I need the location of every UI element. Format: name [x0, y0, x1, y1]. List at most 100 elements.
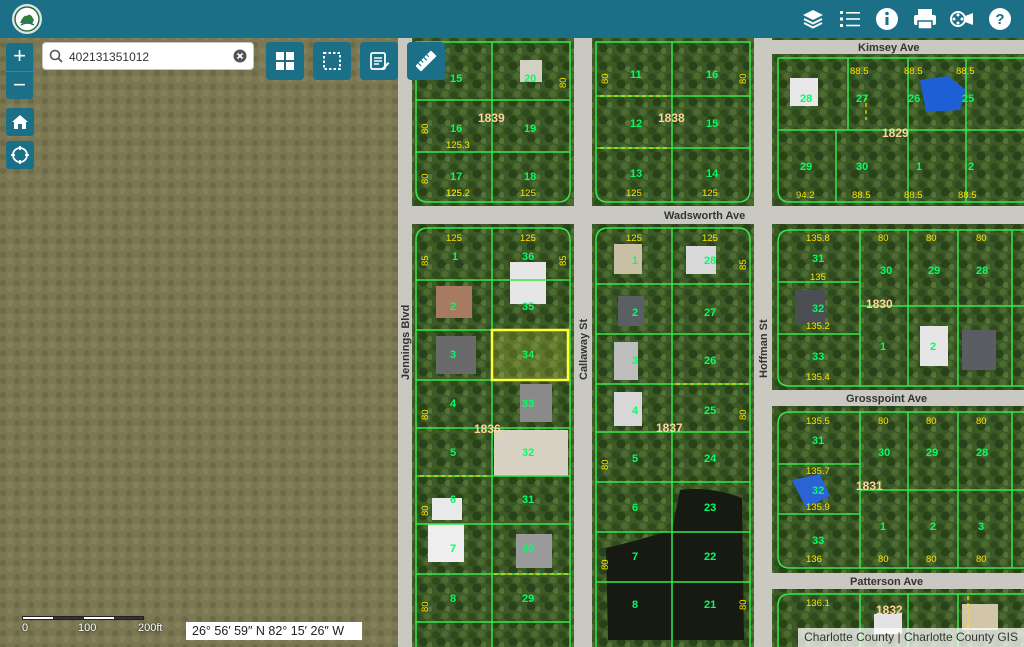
lot-label: 6 [450, 494, 456, 506]
film-icon[interactable] [946, 3, 978, 35]
dim-label: 80 [558, 77, 569, 88]
lot-label: 23 [704, 502, 716, 514]
lot-label: 22 [704, 551, 716, 563]
lot-label: 34 [522, 349, 535, 361]
search-input[interactable] [69, 47, 229, 67]
lot-label: 33 [812, 535, 824, 547]
layers-icon[interactable] [797, 3, 829, 35]
dim-label: 125 [446, 233, 462, 244]
lot-label: 8 [632, 599, 638, 611]
dim-label: 80 [420, 505, 431, 516]
lot-label: 4 [450, 398, 457, 410]
scale-label: 0 [22, 622, 29, 634]
dim-label: 80 [926, 233, 937, 244]
block-label: 1836 [474, 422, 501, 436]
lot-label: 24 [704, 453, 717, 465]
edit-form-button[interactable] [360, 42, 398, 80]
dim-label: 80 [926, 416, 937, 427]
lot-label: 32 [522, 447, 534, 459]
home-button[interactable] [6, 108, 34, 136]
lot-label: 16 [450, 123, 462, 135]
dim-label: 80 [976, 416, 987, 427]
home-icon [12, 115, 28, 129]
lot-label: 1 [880, 521, 886, 533]
dim-label: 135.4 [806, 372, 830, 383]
dim-label: 85 [420, 255, 431, 266]
lot-label: 28 [800, 93, 812, 105]
print-icon[interactable] [909, 3, 941, 35]
basemap-grid-icon [276, 52, 294, 70]
lot-label: 15 [450, 73, 462, 85]
dim-label: 80 [600, 559, 611, 570]
lot-label: 6 [632, 502, 638, 514]
map-attribution: Charlotte County | Charlotte County GIS [798, 628, 1024, 647]
dim-label: 88.5 [904, 190, 923, 201]
scale-bar: 0 100 200ft [22, 614, 172, 640]
coordinate-readout: 26° 56′ 59″ N 82° 15′ 26″ W [186, 622, 362, 640]
scale-label: 100 [78, 622, 97, 634]
county-logo[interactable] [12, 4, 42, 34]
street-label-wadsworth: Wadsworth Ave [664, 210, 745, 222]
lot-label: 30 [878, 447, 890, 459]
lot-label: 3 [978, 521, 984, 533]
zoom-in-button[interactable]: + [6, 43, 33, 71]
lot-label: 15 [706, 118, 718, 130]
lot-label: 4 [632, 405, 639, 417]
dim-label: 80 [976, 554, 987, 565]
dim-label: 125.3 [446, 140, 470, 151]
street-label-kimsey: Kimsey Ave [858, 42, 920, 54]
dim-label: 88.5 [850, 66, 869, 77]
grass-field [0, 38, 398, 647]
lot-label: 28 [976, 447, 988, 459]
block-label: 1837 [656, 421, 683, 435]
dim-label: 85 [558, 255, 569, 266]
dim-label: 125 [520, 188, 536, 199]
dim-label: 80 [878, 554, 889, 565]
dim-label: 125 [702, 188, 718, 199]
dim-label: 80 [878, 416, 889, 427]
measure-button[interactable] [407, 42, 445, 80]
dim-label: 125.2 [446, 188, 470, 199]
lot-label: 8 [450, 593, 456, 605]
lot-label: 19 [524, 123, 536, 135]
lot-label: 33 [522, 398, 534, 410]
dim-label: 80 [738, 409, 749, 420]
dim-label: 88.5 [956, 66, 975, 77]
clear-search-icon[interactable] [233, 49, 247, 68]
legend-list-icon[interactable] [834, 3, 866, 35]
dim-label: 80 [420, 173, 431, 184]
lot-label: 25 [704, 405, 716, 417]
lot-label: 1 [452, 251, 458, 263]
lot-label: 29 [522, 593, 534, 605]
dim-label: 80 [976, 233, 987, 244]
zoom-out-button[interactable]: − [6, 71, 33, 99]
lot-label: 31 [522, 494, 534, 506]
lot-label: 1 [632, 255, 638, 267]
top-header-bar: ? [0, 0, 1024, 38]
dim-label: 80 [738, 599, 749, 610]
lot-label: 14 [706, 168, 719, 180]
block-label: 1831 [856, 479, 883, 493]
lot-label: 21 [704, 599, 716, 611]
lot-label: 26 [704, 355, 716, 367]
dim-label: 135.7 [806, 466, 830, 477]
dim-label: 135.2 [806, 321, 830, 332]
dim-label: 80 [926, 554, 937, 565]
dim-label: 80 [420, 123, 431, 134]
map-view[interactable]: Kimsey Ave Wadsworth Ave Grosspoint Ave … [0, 38, 1024, 647]
info-icon[interactable] [871, 3, 903, 35]
crosshair-icon [11, 146, 29, 164]
dim-label: 80 [600, 73, 611, 84]
street-label-patterson: Patterson Ave [850, 576, 923, 588]
select-box-button[interactable] [313, 42, 351, 80]
locate-button[interactable] [6, 141, 34, 169]
dim-label: 80 [878, 233, 889, 244]
help-icon[interactable]: ? [984, 3, 1016, 35]
lot-label: 12 [630, 118, 642, 130]
street-label-callaway: Callaway St [578, 319, 590, 380]
basemap-gallery-button[interactable] [266, 42, 304, 80]
lot-label: 29 [800, 161, 812, 173]
edit-form-icon [370, 52, 390, 70]
dim-label: 94.2 [796, 190, 815, 201]
lot-label: 16 [706, 69, 718, 81]
